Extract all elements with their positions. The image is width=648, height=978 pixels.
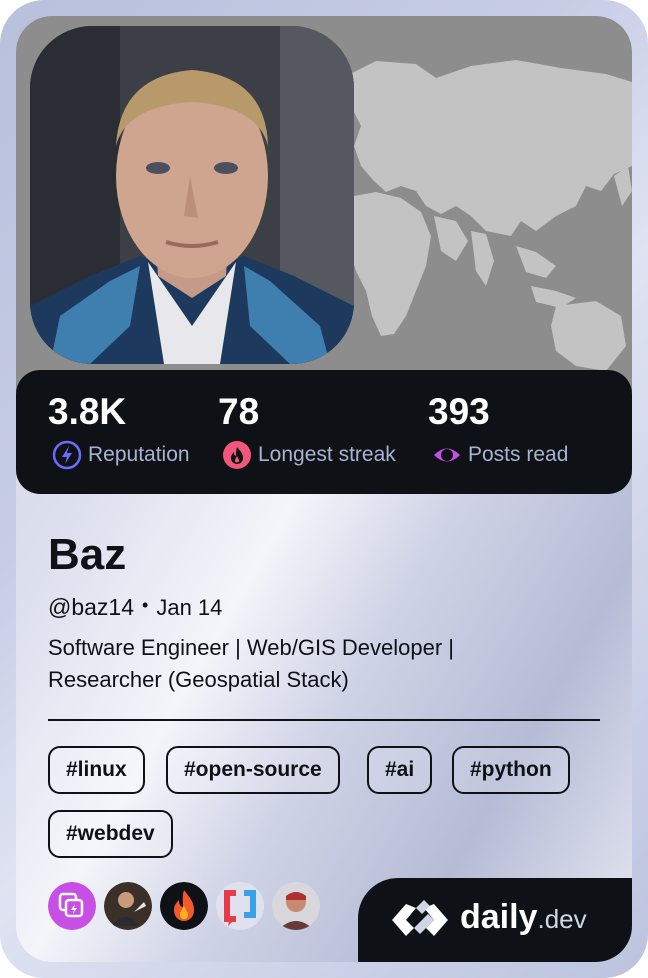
daily-dev-logo-icon (392, 900, 448, 936)
stats-bar: 3.8K Reputation 78 Longest streak 393 Po… (16, 370, 632, 494)
streak-label: Longest streak (258, 443, 396, 466)
devcard: 3.8K Reputation 78 Longest streak 393 Po… (16, 16, 632, 962)
tag-python[interactable]: #python (452, 746, 570, 794)
reputation-bolt-icon (52, 440, 82, 470)
stat-longest-streak: 78 Longest streak (218, 390, 396, 469)
posts-read-label-row: Posts read (432, 440, 568, 470)
squad-fire-icon[interactable] (160, 882, 208, 930)
profile-handle: @baz14 (48, 594, 135, 620)
tag-open-source[interactable]: #open-source (166, 746, 340, 794)
tag-linux[interactable]: #linux (48, 746, 145, 794)
reputation-label-row: Reputation (52, 440, 190, 470)
squad-avatar-person-icon[interactable] (104, 882, 152, 930)
squad-quote-icon[interactable] (216, 882, 264, 930)
posts-read-eye-icon (434, 448, 460, 462)
joined-date: Jan 14 (156, 595, 223, 620)
separator-dot: • (142, 595, 149, 615)
cover-image (16, 16, 632, 406)
reputation-label: Reputation (88, 443, 190, 466)
profile-name: Baz (48, 530, 127, 579)
streak-flame-icon (223, 441, 251, 469)
brand-suffix: .dev (537, 904, 587, 934)
tag-ai[interactable]: #ai (367, 746, 433, 794)
squad-avatar-2-icon[interactable] (272, 882, 320, 930)
profile-bio: Software Engineer | Web/GIS Developer | … (48, 635, 455, 692)
daily-dev-wordmark: daily.dev (460, 898, 587, 937)
divider (48, 719, 600, 721)
daily-dev-brand: daily.dev (358, 878, 632, 962)
profile-avatar (30, 26, 354, 364)
streak-label-row: Longest streak (222, 440, 396, 470)
squad-stack-icon[interactable] (48, 882, 96, 930)
posts-read-value: 393 (428, 391, 490, 432)
stat-reputation: 3.8K Reputation (48, 390, 190, 470)
devcard-frame: 3.8K Reputation 78 Longest streak 393 Po… (0, 0, 648, 978)
streak-value: 78 (218, 391, 260, 432)
stat-posts-read: 393 Posts read (428, 390, 568, 466)
reputation-value: 3.8K (48, 391, 127, 432)
handle-row: @baz14 • Jan 14 (48, 594, 222, 621)
posts-read-label: Posts read (468, 443, 569, 466)
brand-main: daily (460, 898, 538, 936)
tag-webdev[interactable]: #webdev (48, 810, 173, 858)
